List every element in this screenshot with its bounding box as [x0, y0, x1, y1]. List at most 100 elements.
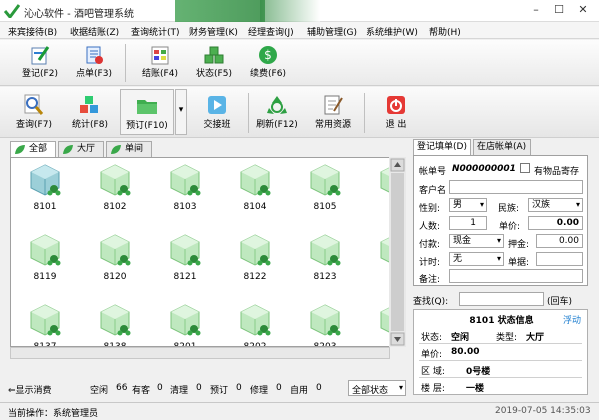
- toolbar-separator: [125, 44, 126, 82]
- room-tile[interactable]: 8203: [295, 302, 355, 346]
- room-number: 8123: [313, 272, 337, 282]
- play-icon: [208, 96, 226, 114]
- reserve-dropdown-button[interactable]: ▾: [175, 89, 187, 135]
- resources-button[interactable]: 常用资源: [308, 93, 358, 130]
- exit-icon: [387, 96, 405, 114]
- search-input[interactable]: [459, 292, 544, 306]
- shift-label: 交接班: [203, 120, 231, 130]
- stats-label: 统计(F8): [72, 120, 108, 130]
- tab-private-room[interactable]: 单间: [106, 141, 152, 157]
- menu-receipt[interactable]: 收据结账(Z): [70, 25, 119, 38]
- search-hint: (回车): [547, 297, 573, 307]
- menu-help[interactable]: 帮助(H): [429, 25, 461, 38]
- status-icon: [204, 46, 224, 64]
- room-price-value: 80.00: [451, 347, 480, 357]
- deposit-input[interactable]: 0.00: [536, 234, 583, 248]
- room-tile[interactable]: 8120: [85, 232, 145, 282]
- room-price-label: 单价:: [421, 350, 443, 360]
- float-toggle[interactable]: 浮动: [563, 313, 581, 326]
- tab-registration[interactable]: 登记填单(D): [413, 139, 471, 156]
- query-button[interactable]: 查询(F7): [10, 93, 58, 130]
- room-tile[interactable]: 8119: [15, 232, 75, 282]
- price-label: 单价:: [499, 222, 521, 232]
- room-tile[interactable]: 8123: [295, 232, 355, 282]
- room-number: 8103: [173, 202, 197, 212]
- count-label-occupied: 有客: [132, 386, 151, 396]
- maximize-button[interactable]: ☐: [549, 3, 569, 18]
- room-grid-horizontal-scrollbar[interactable]: [10, 347, 390, 359]
- exit-button[interactable]: 退 出: [372, 93, 420, 130]
- room-cube-icon: [310, 234, 341, 266]
- deposit-checkbox-label: 有物品寄存: [534, 167, 580, 177]
- status-filter-select[interactable]: 全部状态: [348, 380, 406, 396]
- tab-in-store-bills[interactable]: 在店帐单(A): [473, 139, 531, 155]
- payment-value: 现金: [453, 236, 472, 246]
- room-tile[interactable]: 8121: [155, 232, 215, 282]
- register-button[interactable]: 登记(F2): [18, 44, 62, 79]
- room-number: 8120: [103, 272, 127, 282]
- room-cube-icon: [30, 164, 61, 196]
- folder-icon: [137, 100, 157, 114]
- tab-hall[interactable]: 大厅: [58, 141, 104, 157]
- title-banner-fade: [260, 0, 320, 22]
- search-label: 查找(Q):: [413, 297, 449, 307]
- reserve-button[interactable]: 预订(F10): [120, 89, 174, 135]
- people-value: 1: [470, 218, 476, 228]
- guest-name-input[interactable]: [449, 180, 583, 194]
- room-number: 8119: [33, 272, 57, 282]
- stats-button[interactable]: 统计(F8): [66, 93, 114, 130]
- payment-label: 付款:: [419, 240, 441, 250]
- timing-select[interactable]: 无: [449, 252, 504, 266]
- order-button[interactable]: 点单(F3): [72, 44, 116, 79]
- room-status-info: 8101 状态信息 浮动 状态: 空闲 类型: 大厅 单价: 80.00 区 域…: [413, 309, 588, 395]
- menu-system[interactable]: 系统维护(W): [366, 25, 418, 38]
- count-label-repair: 修理: [250, 386, 269, 396]
- minimize-button[interactable]: –: [526, 3, 546, 18]
- reserve-label: 预订(F10): [126, 121, 168, 131]
- status-filter-value: 全部状态: [352, 386, 389, 396]
- count-value-repair: 0: [276, 383, 282, 393]
- remark-input[interactable]: [449, 269, 583, 283]
- renew-button[interactable]: $ 续费(F6): [246, 44, 290, 79]
- chevron-down-icon: ▾: [178, 105, 184, 115]
- room-tile[interactable]: 8101: [15, 162, 75, 212]
- close-button[interactable]: ✕: [573, 3, 593, 18]
- status-button[interactable]: 状态(F5): [192, 44, 236, 79]
- status-bar: 当前操作：系统管理员 2019-07-05 14:35:03: [0, 402, 599, 420]
- menu-query[interactable]: 查询统计(T): [131, 25, 180, 38]
- room-cube-icon: [240, 234, 271, 266]
- room-tile[interactable]: 8201: [155, 302, 215, 346]
- tab-all[interactable]: 全部: [10, 141, 56, 158]
- menu-reception[interactable]: 来宾接待(B): [8, 25, 57, 38]
- room-tile[interactable]: 8202: [225, 302, 285, 346]
- price-input[interactable]: 0.00: [528, 216, 583, 230]
- room-tile[interactable]: 8103: [155, 162, 215, 212]
- gender-select[interactable]: 男: [449, 198, 487, 212]
- room-tile[interactable]: 8138: [85, 302, 145, 346]
- refresh-button[interactable]: 刷新(F12): [252, 93, 302, 130]
- count-value-reserved: 0: [236, 383, 242, 393]
- menu-finance[interactable]: 财务管理(K): [189, 25, 238, 38]
- payment-select[interactable]: 现金: [449, 234, 504, 248]
- room-tile[interactable]: 8104: [225, 162, 285, 212]
- shift-button[interactable]: 交接班: [192, 93, 242, 130]
- checkout-button[interactable]: 结账(F4): [138, 44, 182, 79]
- voucher-input[interactable]: [536, 252, 583, 266]
- room-grid-vertical-scrollbar[interactable]: [389, 157, 406, 347]
- show-consumption-toggle[interactable]: ⇐显示消费: [8, 383, 52, 396]
- people-stepper[interactable]: 1: [449, 216, 487, 230]
- room-tile[interactable]: 8122: [225, 232, 285, 282]
- room-tile[interactable]: 8105: [295, 162, 355, 212]
- deposit-value: 0.00: [558, 236, 579, 246]
- menu-manager[interactable]: 经理查询(J): [248, 25, 294, 38]
- ethnicity-select[interactable]: 汉族: [528, 198, 583, 212]
- register-label: 登记(F2): [22, 69, 58, 79]
- current-operator: 当前操作：系统管理员: [8, 409, 99, 419]
- secondary-toolbar: 查询(F7) 统计(F8) 预订(F10) ▾ 交接班 刷新(F12) 常用资源…: [0, 87, 599, 138]
- deposit-checkbox[interactable]: [520, 163, 530, 173]
- renew-label: 续费(F6): [250, 69, 286, 79]
- room-tile[interactable]: 8137: [15, 302, 75, 346]
- menu-aux[interactable]: 辅助管理(G): [307, 25, 357, 38]
- room-cube-icon: [240, 304, 271, 336]
- room-tile[interactable]: 8102: [85, 162, 145, 212]
